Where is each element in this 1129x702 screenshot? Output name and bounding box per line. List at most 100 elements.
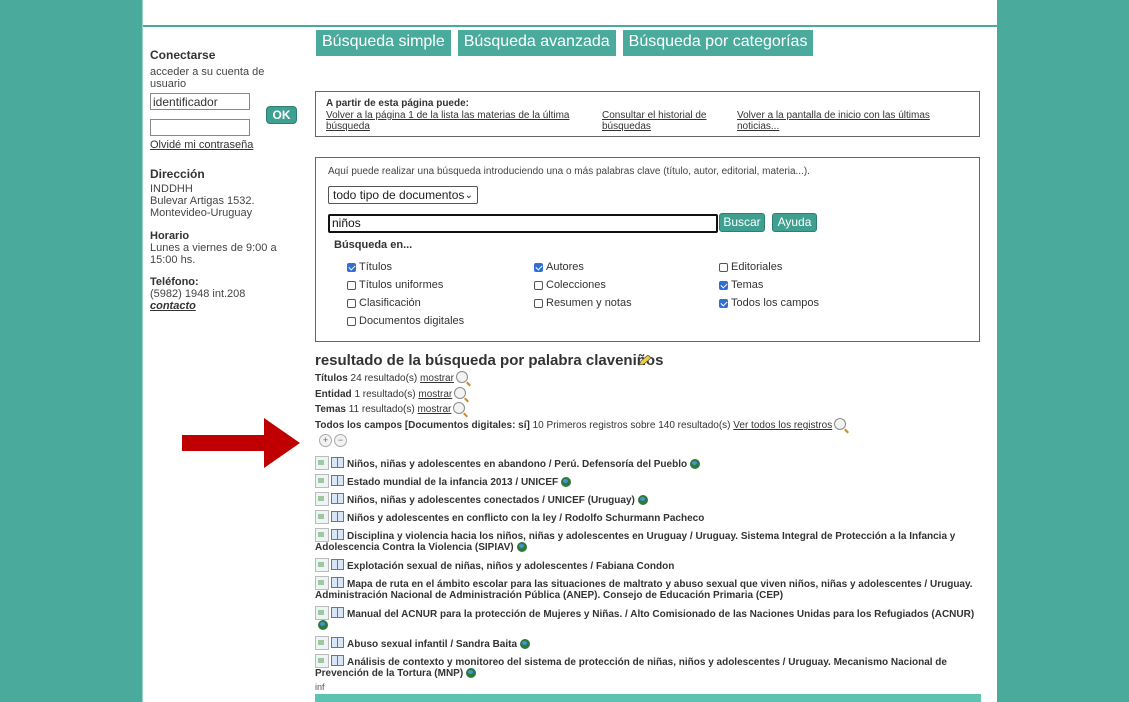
checkbox-temas[interactable]: Temas: [719, 279, 763, 291]
contact-link[interactable]: contacto: [150, 300, 196, 312]
result-title[interactable]: Abuso sexual infantil / Sandra Baita: [347, 639, 517, 650]
result-title[interactable]: Estado mundial de la infancia 2013 / UNI…: [347, 477, 558, 488]
sidebar: Conectarse acceder a su cuenta de usuari…: [150, 48, 300, 312]
list-item[interactable]: Mapa de ruta en el ámbito escolar para l…: [315, 576, 981, 601]
globe-icon[interactable]: [690, 459, 701, 469]
address-line: Montevideo-Uruguay: [150, 207, 253, 219]
phone-heading: Teléfono:: [150, 276, 199, 288]
globe-icon[interactable]: [516, 542, 527, 552]
broken-image-icon: [315, 510, 329, 524]
summary-count: 10 Primeros registros sobre 140 resultad…: [529, 420, 734, 431]
buscar-button[interactable]: Buscar: [719, 213, 765, 232]
checkbox-documentos-digitales[interactable]: Documentos digitales: [347, 315, 464, 327]
globe-icon[interactable]: [520, 639, 531, 649]
checkbox-titulos-uniformes[interactable]: Títulos uniformes: [347, 279, 443, 291]
checkbox-editoriales[interactable]: Editoriales: [719, 261, 782, 273]
ok-button[interactable]: OK: [266, 106, 297, 124]
forgot-password-link[interactable]: Olvidé mi contraseña: [150, 139, 253, 151]
summary-count: 24 resultado(s): [347, 373, 421, 384]
result-title[interactable]: Niños, niñas y adolescentes conectados /…: [347, 495, 635, 506]
collapse-all-icon[interactable]: −: [334, 434, 347, 447]
checkbox-label: Clasificación: [359, 297, 421, 309]
book-icon: [331, 637, 344, 648]
list-item[interactable]: Niños, niñas y adolescentes en abandono …: [315, 456, 981, 470]
navigation-options-heading: A partir de esta página puede:: [326, 98, 469, 109]
tab-busqueda-avanzada[interactable]: Búsqueda avanzada: [457, 30, 616, 56]
login-heading: Conectarse: [150, 48, 216, 62]
broken-image-icon: [315, 474, 329, 488]
hours-heading: Horario: [150, 230, 190, 242]
login-subtitle: acceder a su cuenta de usuario: [150, 66, 265, 90]
password-field[interactable]: [150, 119, 250, 136]
left-divider: [142, 0, 143, 702]
checkbox-box: [534, 262, 543, 272]
magnifier-icon[interactable]: [834, 418, 847, 430]
tab-busqueda-categorias[interactable]: Búsqueda por categorías: [622, 30, 814, 56]
book-icon: [331, 559, 344, 570]
globe-icon[interactable]: [318, 620, 328, 630]
top-divider: [142, 25, 997, 27]
home-news-link[interactable]: Volver a la pantalla de inicio con las ú…: [737, 110, 967, 132]
broken-image-icon: [315, 528, 329, 542]
magnifier-icon[interactable]: [454, 387, 467, 399]
search-input[interactable]: niños: [328, 214, 718, 233]
broken-image-icon: [315, 456, 329, 470]
search-tabs: Búsqueda simple Búsqueda avanzada Búsque…: [316, 30, 814, 56]
book-icon: [331, 457, 344, 468]
broken-image-alt-text: inf: [315, 682, 325, 692]
checkbox-label: Colecciones: [546, 279, 606, 291]
result-title[interactable]: Disciplina y violencia hacia los niños, …: [315, 531, 955, 553]
book-icon: [331, 529, 344, 540]
result-title[interactable]: Análisis de contexto y monitoreo del sis…: [315, 657, 947, 679]
chevron-down-icon: ⌄: [464, 190, 473, 201]
checkbox-label: Títulos uniformes: [359, 279, 444, 291]
broken-image-icon: [315, 492, 329, 506]
result-title[interactable]: Manual del ACNUR para la protección de M…: [347, 609, 974, 620]
list-item[interactable]: Manual del ACNUR para la protección de M…: [315, 606, 981, 631]
checkbox-colecciones[interactable]: Colecciones: [534, 279, 606, 291]
search-history-link[interactable]: Consultar el historial de búsquedas: [602, 110, 732, 132]
show-link[interactable]: mostrar: [420, 373, 454, 384]
result-title[interactable]: Niños y adolescentes en conflicto con la…: [347, 513, 704, 524]
list-item[interactable]: Disciplina y violencia hacia los niños, …: [315, 528, 981, 553]
globe-icon[interactable]: [637, 495, 648, 505]
magnifier-icon[interactable]: [453, 402, 466, 414]
username-field[interactable]: identificador: [150, 93, 250, 110]
checkbox-box: [347, 262, 356, 272]
list-item[interactable]: Análisis de contexto y monitoreo del sis…: [315, 654, 981, 679]
list-item[interactable]: Estado mundial de la infancia 2013 / UNI…: [315, 474, 981, 488]
navigation-options-box: A partir de esta página puede: Volver a …: [315, 91, 980, 137]
globe-icon[interactable]: [561, 477, 572, 487]
broken-image-icon: [315, 558, 329, 572]
book-icon: [331, 607, 344, 618]
edit-pencil-icon[interactable]: [638, 355, 652, 366]
back-to-last-search-link[interactable]: Volver a la página 1 de la lista las mat…: [326, 110, 596, 132]
magnifier-icon[interactable]: [455, 371, 468, 383]
checkbox-todos-campos[interactable]: Todos los campos: [719, 297, 819, 309]
checkbox-resumen-notas[interactable]: Resumen y notas: [534, 297, 632, 309]
link-line: búsquedas: [602, 121, 651, 132]
result-title[interactable]: Mapa de ruta en el ámbito escolar para l…: [315, 579, 973, 601]
ayuda-button[interactable]: Ayuda: [772, 213, 817, 232]
checkbox-autores[interactable]: Autores: [534, 261, 584, 273]
globe-icon[interactable]: [466, 668, 477, 678]
broken-image-icon: [315, 576, 329, 590]
results-summary-entidad: Entidad 1 resultado(s) mostrar: [315, 387, 467, 400]
page-panel: Conectarse acceder a su cuenta de usuari…: [142, 0, 997, 702]
view-all-records-link[interactable]: Ver todos los registros: [733, 420, 832, 431]
document-type-select[interactable]: todo tipo de documentos ⌄: [328, 186, 478, 204]
tab-busqueda-simple[interactable]: Búsqueda simple: [316, 30, 451, 56]
result-title[interactable]: Explotación sexual de niñas, niños y ado…: [347, 561, 674, 572]
checkbox-titulos[interactable]: Títulos: [347, 261, 392, 273]
checkbox-clasificacion[interactable]: Clasificación: [347, 297, 421, 309]
result-title[interactable]: Niños, niñas y adolescentes en abandono …: [347, 459, 687, 470]
show-link[interactable]: mostrar: [418, 389, 452, 400]
list-item[interactable]: Explotación sexual de niñas, niños y ado…: [315, 558, 981, 572]
list-item[interactable]: Niños, niñas y adolescentes conectados /…: [315, 492, 981, 506]
expand-all-icon[interactable]: +: [319, 434, 332, 447]
summary-label: Títulos: [315, 373, 348, 384]
list-item[interactable]: Abuso sexual infantil / Sandra Baita: [315, 636, 981, 650]
checkbox-label: Resumen y notas: [546, 297, 632, 309]
list-item[interactable]: Niños y adolescentes en conflicto con la…: [315, 510, 981, 524]
show-link[interactable]: mostrar: [417, 404, 451, 415]
